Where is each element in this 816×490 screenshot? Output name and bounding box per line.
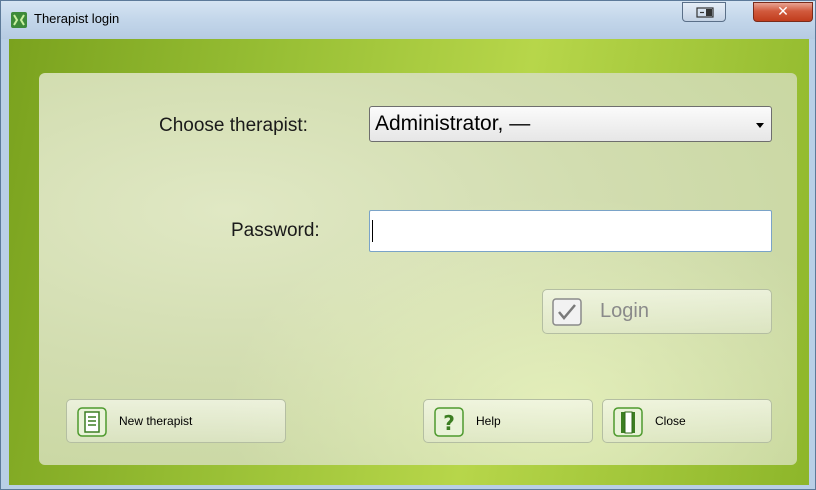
help-label: Help [476, 414, 501, 428]
help-icon: ? [434, 407, 464, 437]
help-button[interactable]: ? Help [423, 399, 593, 443]
restore-button[interactable] [682, 2, 726, 22]
password-input[interactable] [369, 210, 772, 252]
close-button[interactable]: Close [602, 399, 772, 443]
checkmark-icon [552, 298, 582, 326]
door-icon [613, 407, 643, 437]
new-therapist-label: New therapist [119, 414, 193, 428]
close-icon: ✕ [777, 4, 789, 20]
title-bar[interactable]: Therapist login ✕ [1, 1, 815, 39]
therapist-login-window: Therapist login ✕ Choose therapist: Admi… [0, 0, 816, 490]
chevron-down-icon[interactable] [756, 123, 764, 128]
therapist-label: Choose therapist: [159, 115, 308, 136]
close-window-button[interactable]: ✕ [753, 2, 813, 22]
login-button[interactable]: Login [542, 289, 772, 334]
login-label: Login [600, 300, 649, 322]
therapist-select[interactable]: Administrator, — [369, 106, 772, 142]
app-icon [11, 12, 27, 28]
therapist-selected-value: Administrator, — [375, 112, 531, 135]
login-panel: Choose therapist: Administrator, — Passw… [39, 73, 797, 465]
text-caret [372, 220, 373, 242]
new-document-icon [77, 407, 107, 437]
client-area: Choose therapist: Administrator, — Passw… [9, 39, 809, 485]
password-label: Password: [231, 220, 320, 241]
svg-text:?: ? [443, 411, 455, 435]
window-title: Therapist login [34, 11, 120, 26]
close-label: Close [655, 414, 686, 428]
restore-icon [696, 7, 714, 18]
new-therapist-button[interactable]: New therapist [66, 399, 286, 443]
